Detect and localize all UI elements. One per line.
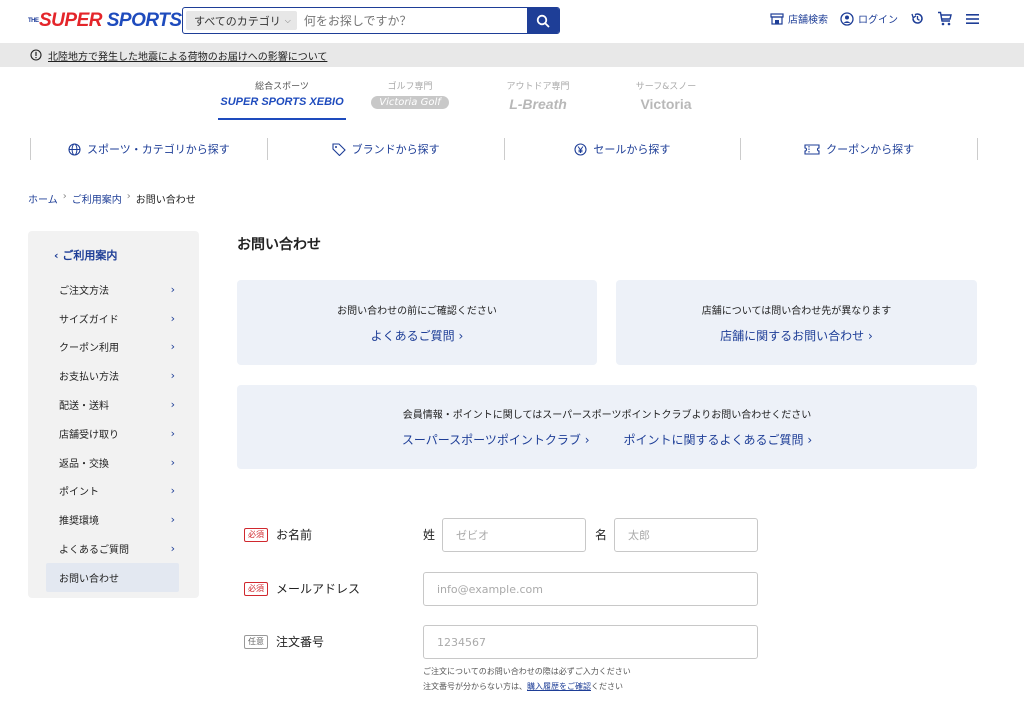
history-button[interactable]	[910, 11, 925, 26]
breadcrumb-current: お問い合わせ	[135, 195, 196, 206]
chevron-right-icon: ›	[170, 369, 175, 383]
site-header: THE SUPER SPORTS すべてのカテゴリ ⌵ 店舗検索 ログイン	[0, 0, 1024, 43]
purchase-history-link[interactable]: 購入履歴をご確認	[527, 682, 591, 691]
chevron-right-icon: ›	[62, 191, 67, 202]
chevron-right-icon: ›	[126, 191, 131, 202]
brand-name: L-Breath	[509, 96, 567, 112]
brand-tabs: 総合スポーツ SUPER SPORTS XEBIO ゴルフ専門 Victoria…	[218, 76, 730, 120]
nav-sale[interactable]: セールから探す	[503, 138, 741, 160]
sidebar-item-environment[interactable]: 推奨環境 ›	[46, 505, 181, 534]
header-actions: 店舗検索 ログイン	[770, 11, 980, 26]
chevron-right-icon: ›	[170, 484, 175, 498]
chevron-right-icon: ›	[170, 282, 175, 296]
last-name-label: 姓	[423, 528, 436, 542]
search-button[interactable]	[527, 8, 559, 33]
globe-icon	[68, 142, 81, 156]
notice-link[interactable]: 北陸地方で発生した地震による荷物のお届けへの影響について	[48, 48, 327, 63]
optional-badge: 任意	[244, 634, 268, 649]
sidebar-item-payment[interactable]: お支払い方法 ›	[46, 361, 181, 390]
chevron-left-icon: ‹	[54, 249, 59, 262]
brand-tab-victoria-golf[interactable]: ゴルフ専門 Victoria Golf	[346, 76, 474, 120]
site-logo[interactable]: THE SUPER SPORTS	[28, 10, 182, 32]
breadcrumb: ホーム › ご利用案内 › お問い合わせ	[28, 191, 196, 206]
chevron-right-icon: ›	[170, 542, 175, 556]
order-number-input[interactable]: 1234567	[423, 625, 758, 659]
required-badge: 必須	[244, 527, 268, 542]
store-search-link[interactable]: 店舗検索	[770, 11, 828, 26]
order-help-text: ご注文についてのお問い合わせの際は必ずご入力ください	[423, 667, 631, 676]
sidebar-item-returns[interactable]: 返品・交換 ›	[46, 448, 181, 477]
chevron-right-icon: ›	[868, 329, 873, 343]
brand-name: Victoria Golf	[371, 96, 449, 109]
chevron-right-icon: ›	[170, 455, 175, 469]
sidebar-item-faq[interactable]: よくあるご質問 ›	[46, 534, 181, 563]
chevron-right-icon: ›	[458, 329, 464, 343]
sidebar-item-order[interactable]: ご注文方法 ›	[46, 275, 181, 304]
menu-button[interactable]	[965, 13, 980, 25]
order-help-text-2: 注文番号が分からない方は、購入履歴をご確認ください	[423, 682, 623, 691]
login-link[interactable]: ログイン	[840, 11, 898, 26]
email-row-label: 必須 メールアドレス	[244, 580, 360, 597]
brand-tab-xebio[interactable]: 総合スポーツ SUPER SPORTS XEBIO	[218, 76, 346, 120]
coupon-icon	[804, 143, 820, 155]
notice-bar: 北陸地方で発生した地震による荷物のお届けへの影響について	[0, 43, 1024, 67]
sidebar-item-coupon[interactable]: クーポン利用 ›	[46, 333, 181, 362]
chevron-right-icon: ›	[170, 340, 175, 354]
point-club-box: 会員情報・ポイントに関してはスーパースポーツポイントクラブよりお問い合わせくださ…	[237, 385, 977, 469]
sidebar-item-size[interactable]: サイズガイド ›	[46, 304, 181, 333]
point-faq-link[interactable]: ポイントに関するよくあるご質問 ›	[624, 431, 813, 448]
search-icon	[536, 14, 550, 28]
hamburger-icon	[966, 13, 979, 24]
sidebar-item-contact[interactable]: お問い合わせ	[46, 562, 179, 592]
store-inquiry-link[interactable]: 店舗に関するお問い合わせ ›	[616, 327, 977, 344]
faq-link[interactable]: よくあるご質問 ›	[237, 327, 597, 344]
sidebar-item-shipping[interactable]: 配送・送料 ›	[46, 390, 181, 419]
logo-text: SUPER SPORTS	[39, 10, 182, 31]
logo-the: THE	[28, 17, 39, 24]
chevron-right-icon: ›	[170, 426, 175, 440]
history-icon	[911, 13, 923, 24]
brand-tab-victoria[interactable]: サーフ&スノー Victoria	[602, 76, 730, 120]
brand-name: SUPER SPORTS XEBIO	[220, 96, 344, 108]
store-inquiry-box: 店舗については問い合わせ先が異なります 店舗に関するお問い合わせ ›	[616, 280, 977, 365]
cart-icon	[938, 11, 952, 26]
category-nav: スポーツ・カテゴリから探す ブランドから探す セールから探す クーポンから探す	[30, 138, 978, 160]
chevron-right-icon: ›	[584, 433, 590, 447]
category-select[interactable]: すべてのカテゴリ ⌵	[186, 11, 297, 30]
sidebar-item-store-pickup[interactable]: 店舗受け取り ›	[46, 419, 181, 448]
sidebar-heading[interactable]: ‹ ご利用案内	[54, 247, 181, 263]
nav-coupon[interactable]: クーポンから探す	[740, 138, 978, 160]
user-icon	[840, 11, 854, 26]
point-club-link[interactable]: スーパースポーツポイントクラブ ›	[402, 431, 590, 448]
cart-button[interactable]	[937, 11, 953, 26]
info-icon	[30, 49, 42, 61]
chevron-down-icon: ⌵	[284, 15, 291, 25]
chevron-right-icon: ›	[170, 311, 175, 325]
search-bar: すべてのカテゴリ ⌵	[182, 7, 560, 34]
brand-name: Victoria	[640, 96, 692, 112]
required-badge: 必須	[244, 581, 268, 596]
name-row-label: 必須 お名前	[244, 526, 312, 543]
page-title: お問い合わせ	[237, 237, 321, 253]
chevron-right-icon: ›	[170, 513, 175, 527]
email-input[interactable]: info@example.com	[423, 572, 758, 606]
sidebar: ‹ ご利用案内 ご注文方法 › サイズガイド › クーポン利用 › お支払い方法 › 配…	[28, 231, 199, 598]
first-name-input[interactable]: 太郎	[614, 518, 758, 552]
nav-brand[interactable]: ブランドから探す	[266, 138, 504, 160]
breadcrumb-home[interactable]: ホーム	[28, 191, 58, 206]
chevron-right-icon: ›	[170, 398, 175, 412]
nav-sports-category[interactable]: スポーツ・カテゴリから探す	[30, 138, 267, 160]
brand-tab-lbreath[interactable]: アウトドア専門 L-Breath	[474, 76, 602, 120]
last-name-input[interactable]: ゼビオ	[442, 518, 586, 552]
store-icon	[770, 12, 784, 25]
yen-icon	[574, 142, 587, 156]
search-input[interactable]	[299, 8, 527, 33]
tag-icon	[332, 142, 346, 156]
first-name-label: 名	[595, 528, 608, 542]
order-row-label: 任意 注文番号	[244, 633, 324, 650]
chevron-right-icon: ›	[807, 433, 813, 447]
faq-box: お問い合わせの前にご確認ください よくあるご質問 ›	[237, 280, 597, 365]
sidebar-item-points[interactable]: ポイント ›	[46, 477, 181, 506]
breadcrumb-guide[interactable]: ご利用案内	[72, 191, 122, 206]
